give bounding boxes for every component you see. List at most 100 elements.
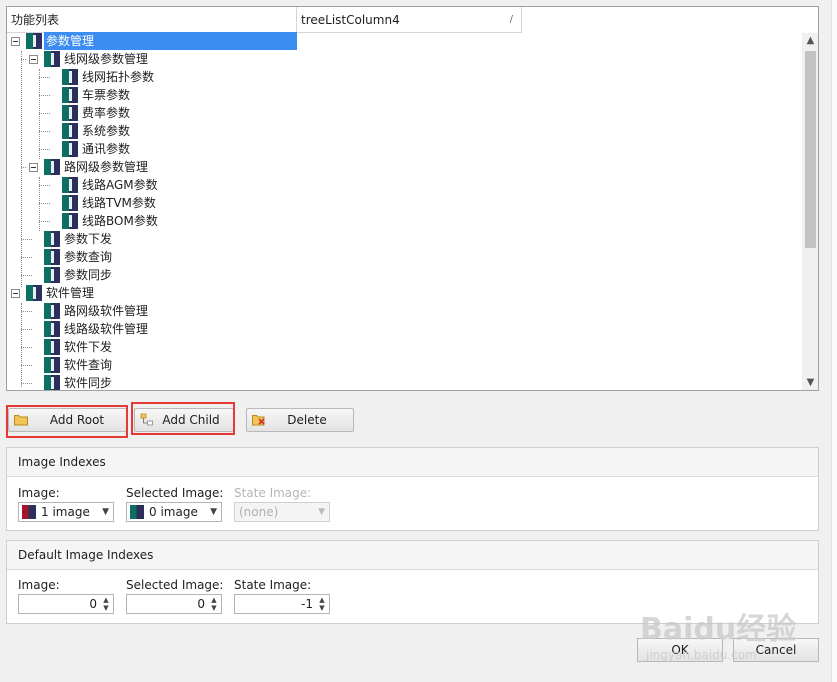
- default-selected-image-value: 0: [197, 597, 205, 611]
- selected-image-combo-value: 0 image: [149, 505, 198, 519]
- node-image-icon: [26, 285, 42, 301]
- default-state-image-value: -1: [301, 597, 313, 611]
- node-image-icon: [44, 51, 60, 67]
- tree-connector-line: [21, 275, 32, 276]
- highlight-box-add-root: [6, 405, 128, 438]
- spin-down-icon[interactable]: ▼: [101, 604, 111, 612]
- tree-connector-line: [21, 311, 32, 312]
- image-combo-value: 1 image: [41, 505, 90, 519]
- tree-connector-line: [39, 95, 50, 96]
- tree-node[interactable]: [7, 122, 297, 140]
- node-image-icon: [62, 141, 78, 157]
- expand-toggle-icon[interactable]: [29, 55, 38, 64]
- expand-toggle-icon[interactable]: [29, 163, 38, 172]
- vertical-scrollbar[interactable]: ▲ ▼: [802, 33, 818, 390]
- column-header-treelistcolumn4[interactable]: treeListColumn4 /: [297, 7, 522, 33]
- default-selected-image-label: Selected Image:: [126, 578, 224, 592]
- image-label: Image:: [18, 486, 60, 500]
- chevron-down-icon[interactable]: ▼: [102, 503, 109, 521]
- node-image-icon: [44, 321, 60, 337]
- tree-connector-line: [39, 131, 50, 132]
- default-state-image-spinner[interactable]: -1 ▲ ▼: [234, 594, 330, 614]
- window-edge: [831, 0, 837, 682]
- default-image-spinner[interactable]: 0 ▲ ▼: [18, 594, 114, 614]
- node-image-icon: [62, 123, 78, 139]
- expand-toggle-icon[interactable]: [11, 289, 20, 298]
- selected-image-swatch-icon: [130, 505, 144, 519]
- tree-node-label: 车票参数: [82, 88, 131, 102]
- state-image-label: State Image:: [234, 486, 312, 500]
- tree-connector-line: [39, 77, 50, 78]
- tree-node-label: 参数下发: [64, 232, 113, 246]
- node-image-icon: [44, 267, 60, 283]
- node-image-icon: [44, 303, 60, 319]
- scroll-up-arrow-icon[interactable]: ▲: [802, 33, 818, 49]
- spin-up-icon[interactable]: ▲: [317, 596, 327, 604]
- spin-up-icon[interactable]: ▲: [209, 596, 219, 604]
- tree-node[interactable]: [7, 104, 297, 122]
- tree-node-label: 软件查询: [64, 358, 113, 372]
- baidu-watermark-url: jingyan.baidu.com: [646, 648, 757, 662]
- spin-up-icon[interactable]: ▲: [101, 596, 111, 604]
- node-image-icon: [44, 231, 60, 247]
- node-image-icon: [62, 87, 78, 103]
- column-header-label: treeListColumn4: [301, 13, 400, 27]
- tree-connector-line: [21, 347, 32, 348]
- node-image-icon: [62, 105, 78, 121]
- tree-node-label: 软件下发: [64, 340, 113, 354]
- tree-node-label: 路网级参数管理: [64, 160, 149, 174]
- spin-down-icon[interactable]: ▼: [317, 604, 327, 612]
- group-title: Image Indexes: [7, 448, 818, 477]
- scrollbar-thumb[interactable]: [805, 51, 816, 248]
- node-image-icon: [44, 375, 60, 390]
- tree-node-label: 线路BOM参数: [82, 214, 158, 228]
- tree-node[interactable]: [7, 140, 297, 158]
- tree-node[interactable]: [7, 86, 297, 104]
- tree-connector-line: [21, 329, 32, 330]
- baidu-watermark-logo: Baidu经验: [640, 612, 797, 647]
- column-header-label: 功能列表: [11, 13, 60, 27]
- selected-image-combo[interactable]: 0 image ▼: [126, 502, 222, 522]
- tree-node-label: 线路级软件管理: [64, 322, 149, 336]
- tree-connector-line: [21, 365, 32, 366]
- expand-toggle-icon[interactable]: [11, 37, 20, 46]
- tree-connector-line: [21, 167, 26, 168]
- delete-label: Delete: [287, 413, 327, 427]
- tree-connector-line: [39, 149, 50, 150]
- chevron-down-icon[interactable]: ▼: [210, 503, 217, 521]
- tree-node-label: 参数查询: [64, 250, 113, 264]
- delete-icon: [252, 415, 265, 426]
- node-image-icon: [26, 33, 42, 49]
- tree-connector-line: [21, 239, 32, 240]
- node-image-icon: [62, 177, 78, 193]
- tree-node-label: 软件管理: [46, 286, 95, 300]
- tree-node-label: 线网级参数管理: [64, 52, 149, 66]
- highlight-box-add-child: [131, 402, 235, 435]
- node-image-icon: [62, 69, 78, 85]
- default-selected-image-spinner[interactable]: 0 ▲ ▼: [126, 594, 222, 614]
- state-image-combo: (none) ▼: [234, 502, 330, 522]
- tree-node-label: 软件同步: [64, 376, 113, 390]
- state-image-combo-value: (none): [239, 505, 279, 519]
- tree-connector-line: [21, 383, 32, 384]
- tree-node-label: 线网拓扑参数: [82, 70, 155, 84]
- image-combo[interactable]: 1 image ▼: [18, 502, 114, 522]
- spin-down-icon[interactable]: ▼: [209, 604, 219, 612]
- column-header-function-list[interactable]: 功能列表: [7, 7, 297, 33]
- tree-connector-line: [21, 257, 32, 258]
- default-image-label: Image:: [18, 578, 60, 592]
- default-state-image-label: State Image:: [234, 578, 312, 592]
- tree-node-label: 参数同步: [64, 268, 113, 282]
- tree-connector-line: [39, 203, 50, 204]
- tree-connector-line: [21, 59, 26, 60]
- tree-node-label: 参数管理: [44, 32, 297, 50]
- node-image-icon: [44, 249, 60, 265]
- column-resize-grip-icon: /: [509, 14, 513, 25]
- tree-node-label: 线路AGM参数: [82, 178, 158, 192]
- tree-connector-line: [39, 113, 50, 114]
- node-image-icon: [44, 339, 60, 355]
- tree-list[interactable]: 功能列表 treeListColumn4 / 参数管理线网级参数管理线网拓扑参数…: [6, 6, 819, 391]
- scroll-down-arrow-icon[interactable]: ▼: [802, 375, 818, 390]
- delete-button[interactable]: Delete: [246, 408, 354, 432]
- group-title: Default Image Indexes: [7, 541, 818, 570]
